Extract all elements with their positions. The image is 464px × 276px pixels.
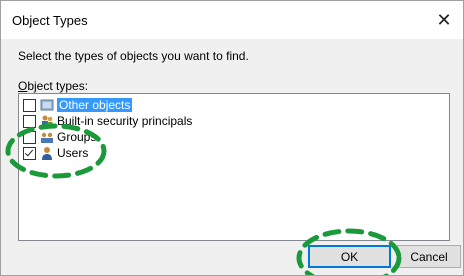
- object-types-label: Object types:: [18, 79, 88, 93]
- security-principals-icon: [40, 114, 54, 128]
- dialog-title: Object Types: [12, 13, 88, 28]
- list-item-groups[interactable]: Groups: [23, 129, 96, 145]
- cancel-button[interactable]: Cancel: [397, 245, 461, 268]
- accelerator-key: O: [18, 79, 28, 93]
- title-bar: Object Types ✕: [1, 1, 463, 39]
- users-label: Users: [57, 146, 89, 160]
- groups-label: Groups: [57, 130, 97, 144]
- object-types-label-text: bject types:: [27, 79, 89, 93]
- security-principals-label: Built-in security principals: [57, 114, 193, 128]
- object-types-list[interactable]: Other objects Built-in security principa…: [18, 93, 450, 241]
- groups-checkbox[interactable]: [23, 130, 36, 144]
- close-icon: ✕: [436, 9, 452, 30]
- other-objects-checkbox[interactable]: [23, 98, 36, 112]
- object-types-dialog: Object Types ✕ Select the types of objec…: [0, 0, 464, 276]
- security-principals-checkbox[interactable]: [23, 114, 36, 128]
- other-objects-icon: [40, 98, 54, 112]
- users-icon: [40, 146, 54, 160]
- users-checkbox[interactable]: [23, 146, 36, 160]
- other-objects-label: Other objects: [57, 98, 133, 112]
- list-item-security-principals[interactable]: Built-in security principals: [23, 113, 192, 129]
- groups-icon: [40, 130, 54, 144]
- close-button[interactable]: ✕: [425, 1, 463, 39]
- list-item-users[interactable]: Users: [23, 145, 88, 161]
- ok-button[interactable]: OK: [308, 245, 391, 268]
- instruction-text: Select the types of objects you want to …: [18, 49, 249, 63]
- list-item-other-objects[interactable]: Other objects: [23, 97, 133, 113]
